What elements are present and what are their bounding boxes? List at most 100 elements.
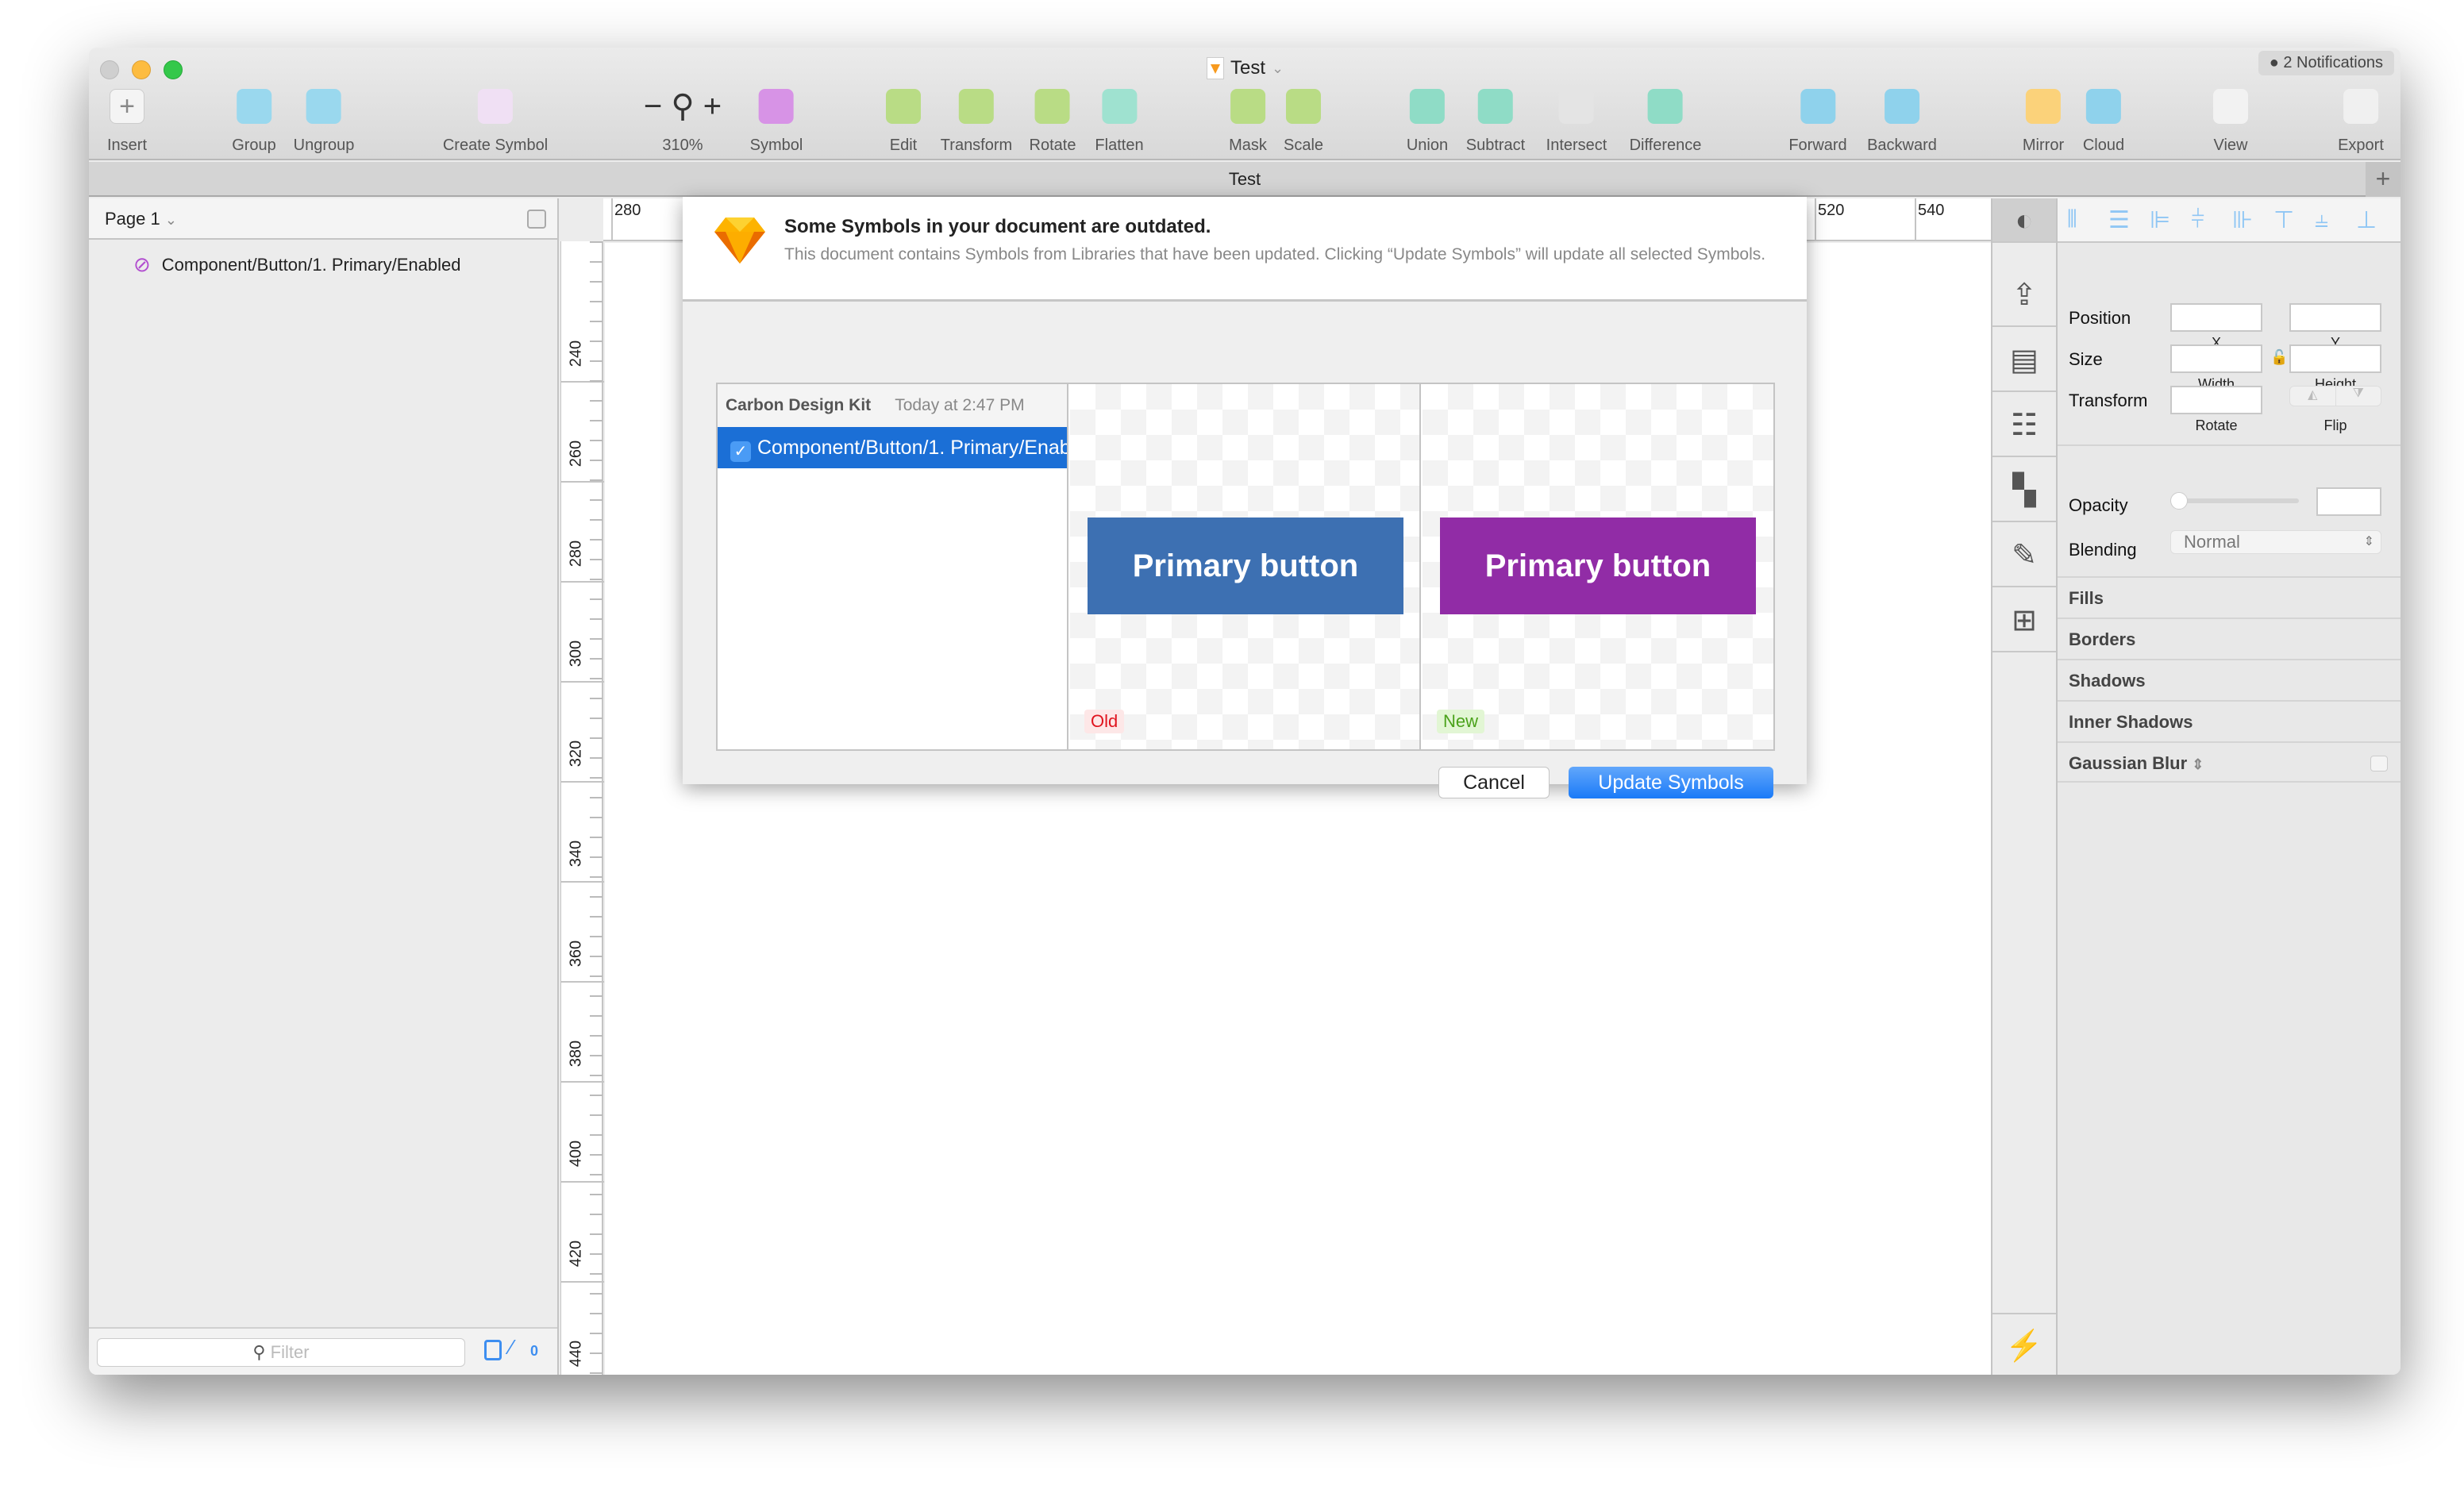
cloud-icon [2085, 89, 2121, 124]
toolbar-forward-button[interactable]: Forward [1788, 89, 1847, 155]
collapse-icon[interactable] [527, 210, 546, 229]
gaussian-blur-checkbox[interactable] [2370, 756, 2388, 771]
toolbar-difference-button[interactable]: Difference [1630, 89, 1701, 155]
toolbar-label: Rotate [1029, 137, 1076, 154]
divider [2058, 444, 2400, 446]
ruler-minor-tick [590, 856, 603, 858]
ruler-minor-tick [590, 678, 603, 679]
toolbar-edit-button[interactable]: Edit [886, 89, 921, 155]
lock-icon[interactable]: 🔓 [2270, 349, 2288, 366]
ruler-minor-tick [590, 1035, 603, 1037]
toolbar-insert-button[interactable]: + Insert [107, 89, 147, 155]
inner-shadows-section[interactable]: Inner Shadows [2058, 700, 2400, 741]
transform-icon [958, 89, 994, 124]
inspector-panel: ⫴ ☰ ⊫ ⫩ ⊪ ⊤ ⫨ ⊥ Position X Y Size 🔓 Width Heigh… [2058, 198, 2400, 1375]
toolbar-label: Mask [1229, 137, 1267, 154]
align-middle-icon[interactable]: ⫨ [2315, 206, 2328, 233]
toolbar-flatten-button[interactable]: Flatten [1095, 89, 1144, 155]
create-symbol-icon [478, 89, 513, 124]
y-input[interactable] [2289, 303, 2381, 332]
blending-select[interactable]: Normal ⇕ [2170, 530, 2381, 554]
slice-filter-icon[interactable]: ⁄ [510, 1335, 513, 1360]
symbol-checkbox[interactable]: ✓ [730, 441, 751, 462]
toolbar-backward-button[interactable]: Backward [1867, 89, 1937, 155]
add-tab-button[interactable]: + [2366, 162, 2400, 197]
text-layout-icon[interactable]: ☷ [1992, 394, 2056, 457]
cancel-button[interactable]: Cancel [1438, 767, 1550, 798]
toolbar-310--button[interactable]: − ⚲ + 310% [639, 89, 726, 155]
toolbar-subtract-button[interactable]: Subtract [1466, 89, 1525, 155]
align-bottom-icon[interactable]: ⊥ [2356, 206, 2377, 234]
rotate-input[interactable] [2170, 386, 2262, 414]
library-header: Carbon Design Kit Today at 2:47 PM [718, 384, 1067, 427]
toolbar-create-symbol-button[interactable]: Create Symbol [443, 89, 548, 155]
toolbar-view-button[interactable]: View [2213, 89, 2248, 155]
toolbar-scale-button[interactable]: Scale [1284, 89, 1323, 155]
shadows-section[interactable]: Shadows [2058, 659, 2400, 700]
align-left-icon[interactable]: ⊫ [2150, 206, 2170, 234]
borders-section[interactable]: Borders [2058, 618, 2400, 659]
update-symbols-button[interactable]: Update Symbols [1569, 767, 1773, 798]
inspector-toggle-icon[interactable]: ◐ [1992, 198, 2056, 243]
document-title[interactable]: Test ⌄ [1207, 57, 1284, 79]
select-group-icon[interactable]: ▚ [1992, 459, 2056, 522]
toolbar-ungroup-button[interactable]: Ungroup [294, 89, 354, 155]
opacity-slider[interactable] [2170, 492, 2299, 510]
toolbar-mirror-button[interactable]: Mirror [2023, 89, 2064, 155]
filter-input[interactable]: ⚲ Filter [97, 1338, 465, 1367]
ruler-label: 340 [567, 840, 585, 868]
ruler-label: 240 [567, 340, 585, 367]
upload-icon[interactable]: ⇪ [1992, 264, 2056, 327]
symbols-filter-icon[interactable] [484, 1340, 502, 1360]
align-center-icon[interactable]: ⫩ [2191, 206, 2204, 233]
opacity-slider-knob[interactable] [2170, 492, 2188, 510]
gaussian-blur-section[interactable]: Gaussian Blur ⇕ [2058, 741, 2400, 783]
height-input[interactable] [2289, 344, 2381, 373]
toolbar-label: Group [232, 137, 276, 154]
toolbar-mask-button[interactable]: Mask [1229, 89, 1267, 155]
x-input[interactable] [2170, 303, 2262, 332]
toolbar-cloud-button[interactable]: Cloud [2083, 89, 2124, 155]
symbol-row[interactable]: ✓ Component/Button/1. Primary/Enabled [718, 427, 1067, 468]
toolbar-rotate-button[interactable]: Rotate [1030, 89, 1076, 155]
ruler-minor-tick [590, 817, 603, 818]
flip-vertical-button[interactable]: ⧩ [2336, 387, 2381, 406]
ruler-minor-tick [590, 460, 603, 461]
minimize-button[interactable] [132, 60, 151, 79]
toolbar-group-button[interactable]: Group [232, 89, 276, 155]
flip-horizontal-button[interactable]: ◭ [2290, 387, 2336, 406]
document-tab[interactable]: Test + [89, 162, 2400, 197]
ruler-minor-tick [590, 1352, 603, 1354]
ungroup-icon [306, 89, 341, 124]
fills-section[interactable]: Fills [2058, 576, 2400, 618]
toolbar-label: Transform [940, 137, 1013, 154]
page-selector[interactable]: Page 1 ⌄ [89, 198, 557, 240]
add-image-icon[interactable]: ⊞ [1992, 589, 2056, 652]
notifications-button[interactable]: ● 2 Notifications [2258, 51, 2394, 75]
opacity-input[interactable] [2316, 487, 2381, 516]
layout-icon[interactable]: ▤ [1992, 329, 2056, 392]
ruler-label: 320 [567, 740, 585, 768]
lightning-icon[interactable]: ⚡ [1992, 1313, 2056, 1375]
align-right-icon[interactable]: ⊪ [2232, 206, 2253, 234]
layer-item[interactable]: ⊘ Component/Button/1. Primary/Enabled [133, 252, 460, 277]
ruler-minor-tick [590, 1233, 603, 1235]
width-input[interactable] [2170, 344, 2262, 373]
zoom-window-button[interactable] [164, 60, 183, 79]
view-icon [2213, 89, 2248, 124]
toolbar-intersect-button[interactable]: Intersect [1546, 89, 1607, 155]
toolbar-export-button[interactable]: Export [2338, 89, 2384, 155]
ruler-minor-tick [590, 281, 603, 283]
distribute-horizontal-icon[interactable]: ⫴ [2067, 206, 2077, 233]
distribute-vertical-icon[interactable]: ☰ [2108, 206, 2130, 234]
ruler-tick [561, 881, 604, 883]
ruler-minor-tick [590, 1273, 603, 1275]
align-top-icon[interactable]: ⊤ [2273, 206, 2294, 234]
toolbar-union-button[interactable]: Union [1407, 89, 1448, 155]
symbol-icon [758, 89, 794, 124]
edit-artboard-icon[interactable]: ✎ [1992, 524, 2056, 587]
close-button[interactable] [100, 60, 119, 79]
toolbar-transform-button[interactable]: Transform [941, 89, 1012, 155]
mask-icon [1230, 89, 1265, 124]
toolbar-symbol-button[interactable]: Symbol [750, 89, 803, 155]
